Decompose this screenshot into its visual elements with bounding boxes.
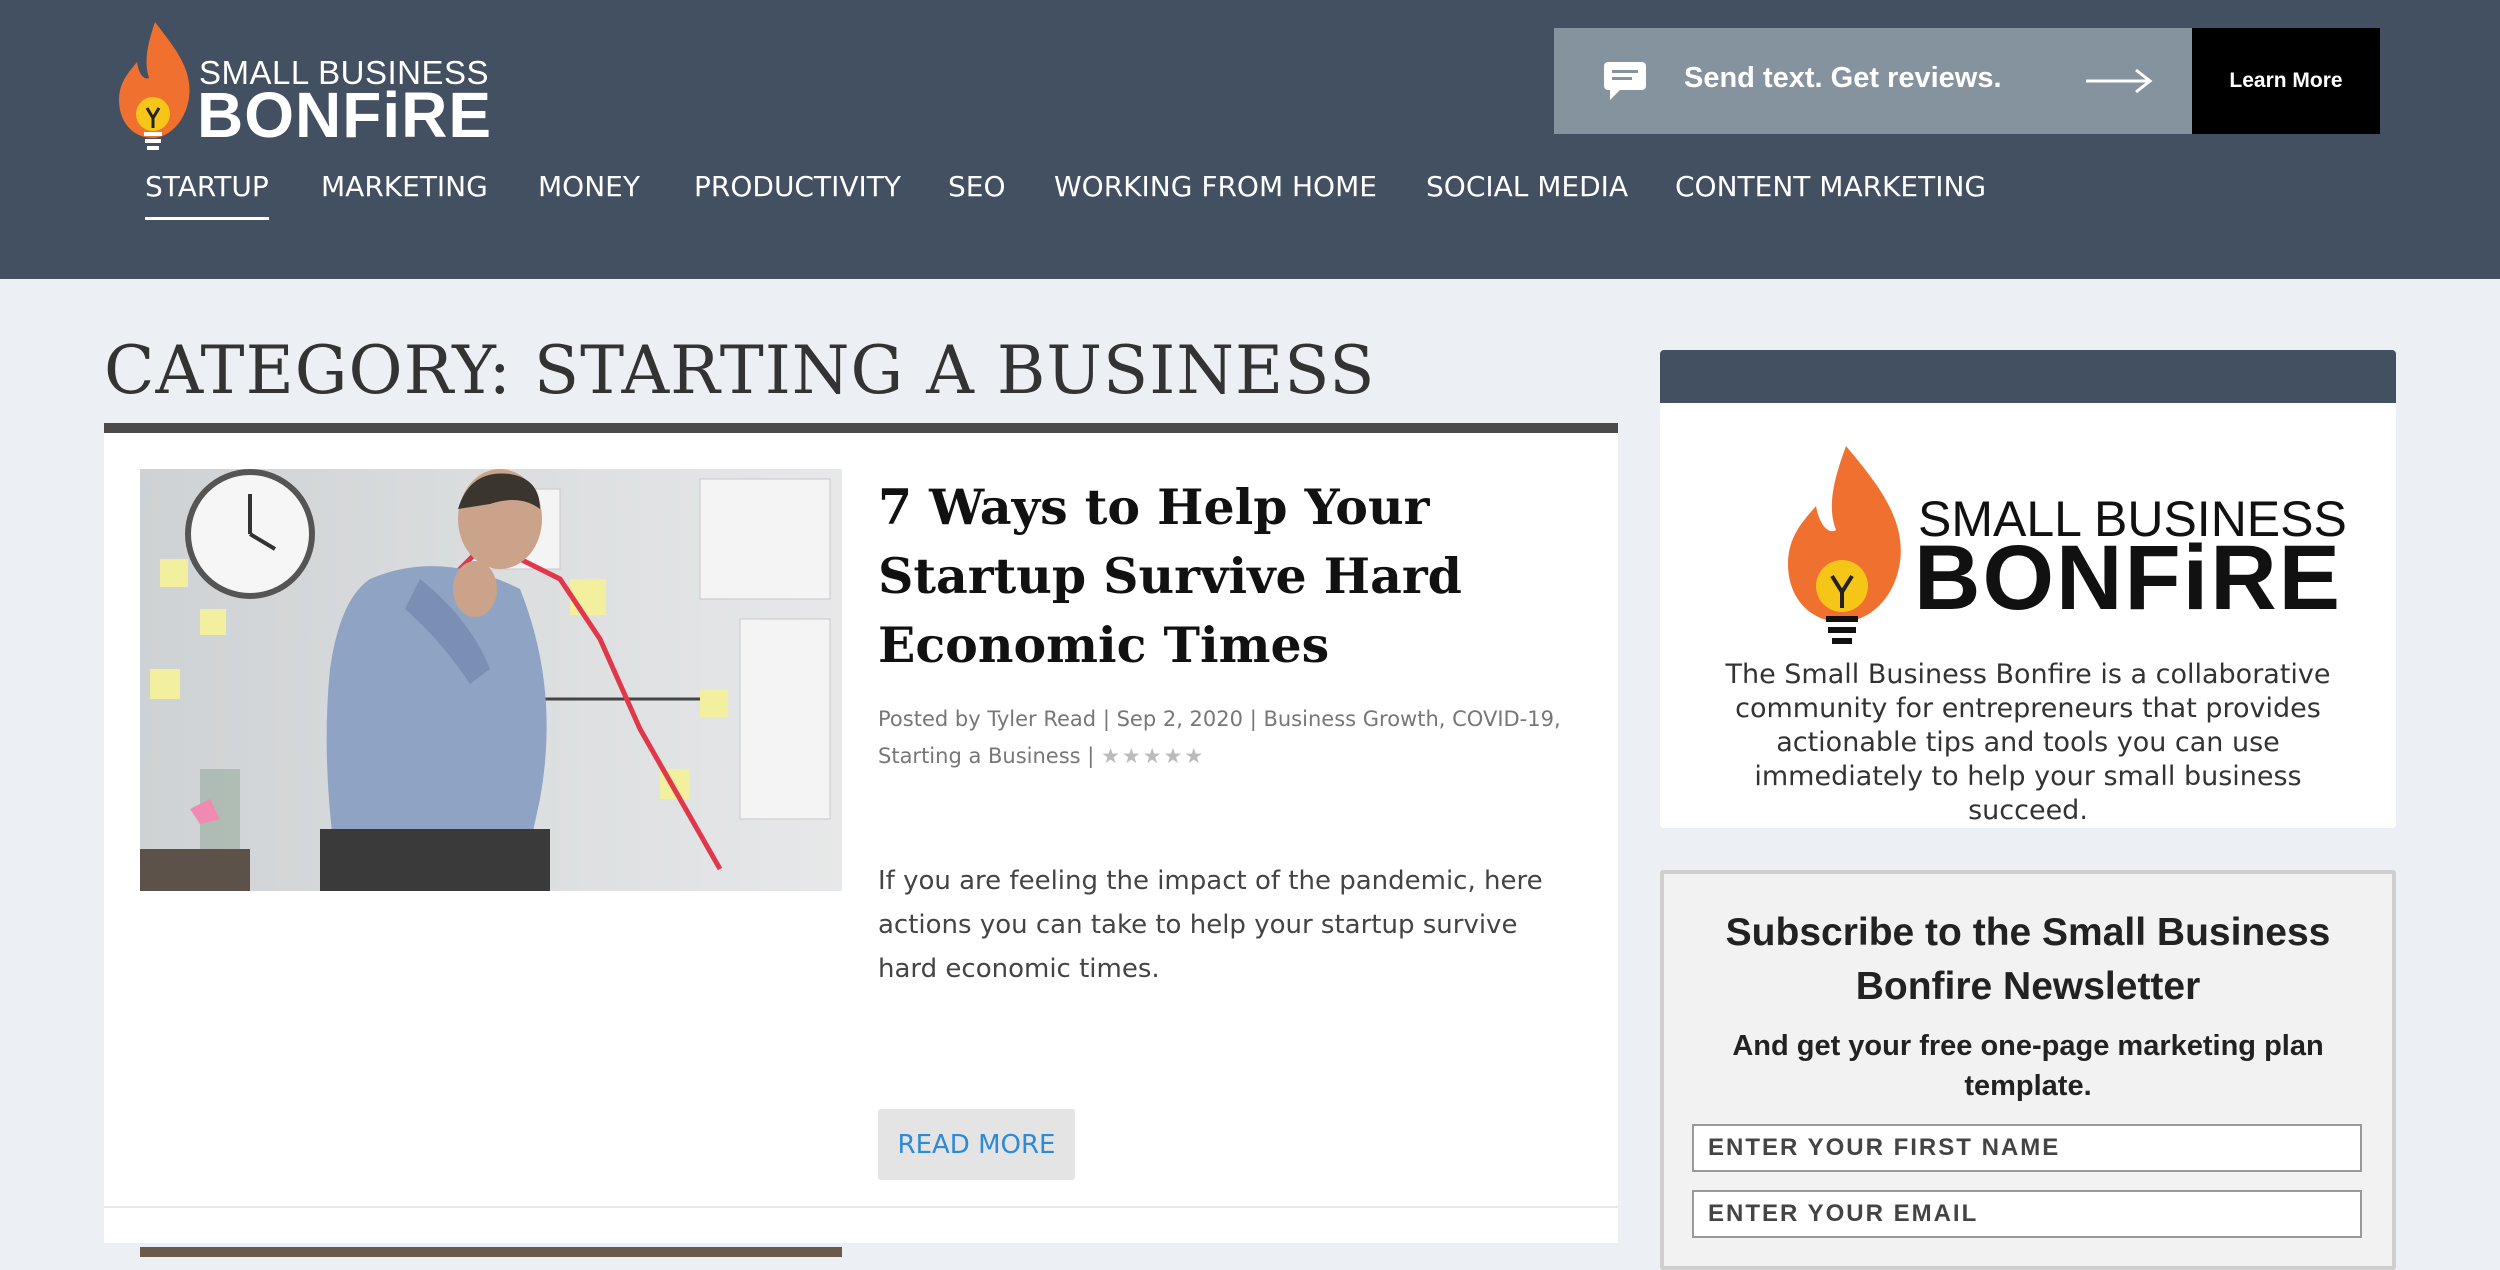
meta-separator: | (1102, 707, 1110, 731)
flame-bulb-icon (1788, 446, 1901, 644)
subscribe-subtitle: And get your free one-page marketing pla… (1732, 1030, 2324, 1102)
post-date: Sep 2, 2020 (1116, 707, 1244, 731)
category-link-starting-a-business[interactable]: Starting a Business (878, 744, 1081, 768)
ad-banner[interactable]: Send text. Get reviews. Learn More (1554, 28, 2380, 134)
post-meta: Posted by Tyler Read | Sep 2, 2020 | Bus… (878, 707, 1561, 768)
next-post-thumbnail[interactable] (140, 1247, 842, 1257)
subscribe-title: Subscribe to the Small Business Bonfire … (1725, 911, 2331, 1008)
post-thumbnail[interactable] (140, 469, 842, 891)
post-divider (104, 1206, 1618, 1208)
flame-bulb-icon (119, 22, 190, 150)
widget-header-bar (1660, 350, 2396, 403)
nav-item-money[interactable]: MONEY (538, 170, 640, 217)
posted-by-prefix: Posted by (878, 707, 981, 731)
chat-bubble-icon (1604, 62, 1646, 100)
nav-item-productivity[interactable]: PRODUCTIVITY (694, 170, 901, 217)
read-more-button[interactable]: READ MORE (878, 1109, 1075, 1180)
first-name-input[interactable] (1692, 1124, 2362, 1172)
learn-more-button[interactable]: Learn More (2192, 28, 2380, 134)
nav-item-working-from-home[interactable]: WORKING FROM HOME (1054, 170, 1377, 217)
email-input[interactable] (1692, 1190, 2362, 1238)
category-title: CATEGORY: STARTING A BUSINESS (104, 332, 1376, 409)
meta-separator: | (1087, 744, 1095, 768)
star-rating-icon: ★★★★★ (1101, 744, 1206, 768)
subscribe-widget: Subscribe to the Small Business Bonfire … (1660, 870, 2396, 1270)
about-description: The Small Business Bonfire is a collabor… (1725, 659, 2331, 826)
site-header: SMALL BUSINESS BONFiRE Send text. Get re… (0, 0, 2500, 279)
sidebar-logo[interactable]: SMALL BUSINESS BONFiRE (1780, 438, 2347, 658)
arrow-right-icon (2086, 68, 2153, 94)
nav-item-startup[interactable]: STARTUP (145, 170, 269, 220)
post-title[interactable]: 7 Ways to Help Your Startup Survive Hard… (878, 473, 1518, 680)
nav-item-social-media[interactable]: SOCIAL MEDIA (1426, 170, 1628, 217)
post-excerpt: If you are feeling the impact of the pan… (878, 866, 1543, 984)
site-logo[interactable]: SMALL BUSINESS BONFiRE (115, 16, 491, 161)
ad-text: Send text. Get reviews. (1684, 62, 2002, 94)
author-link[interactable]: Tyler Read (987, 707, 1096, 731)
nav-item-content-marketing[interactable]: CONTENT MARKETING (1675, 170, 1986, 217)
nav-item-marketing[interactable]: MARKETING (321, 170, 488, 217)
logo-text-line2: BONFiRE (197, 79, 492, 151)
nav-item-seo[interactable]: SEO (948, 170, 1006, 217)
category-link-business-growth[interactable]: Business Growth (1263, 707, 1438, 731)
about-widget: SMALL BUSINESS BONFiRE The Small Busines… (1660, 350, 2396, 828)
category-link-covid-19[interactable]: COVID-19 (1452, 707, 1554, 731)
worried-businessman-image (140, 469, 842, 891)
sidebar-logo-line2: BONFiRE (1914, 527, 2342, 629)
post-card: 7 Ways to Help Your Startup Survive Hard… (104, 423, 1618, 1257)
meta-separator: | (1249, 707, 1257, 731)
